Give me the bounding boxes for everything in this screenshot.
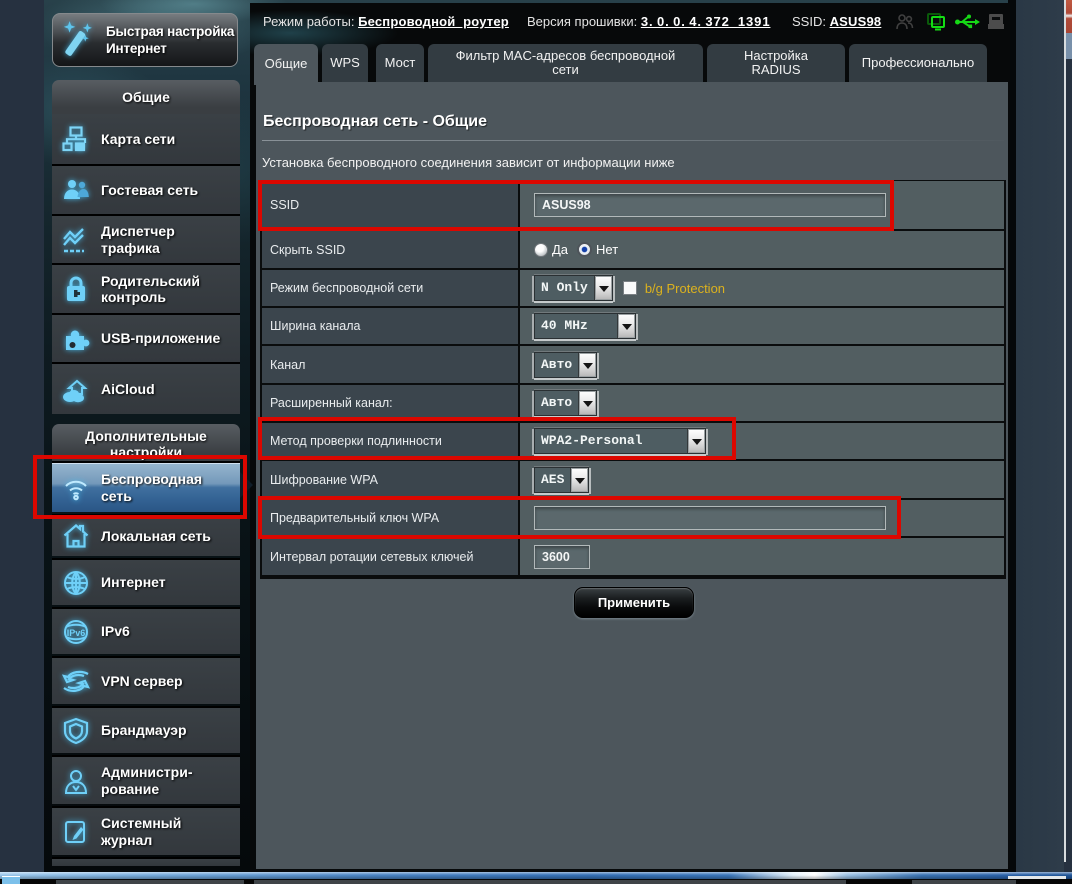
- svg-text:IPv6: IPv6: [67, 628, 86, 638]
